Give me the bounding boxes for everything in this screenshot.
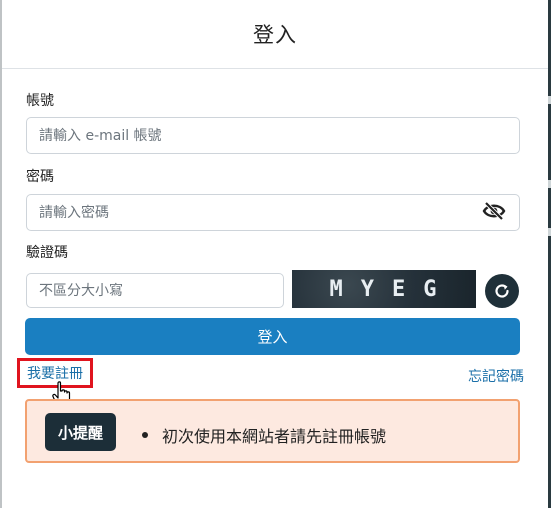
password-input[interactable] bbox=[26, 194, 520, 231]
password-label: 密碼 bbox=[26, 169, 54, 185]
account-input[interactable] bbox=[26, 117, 520, 154]
login-button[interactable]: 登入 bbox=[25, 318, 520, 355]
modal-title: 登入 bbox=[253, 23, 297, 47]
refresh-captcha-button[interactable] bbox=[485, 274, 519, 308]
modal-header: 登入 bbox=[2, 0, 548, 69]
captcha-label: 驗證碼 bbox=[26, 245, 68, 261]
tip-text: 初次使用本網站者請先註冊帳號 bbox=[162, 427, 387, 446]
captcha-image: MYEG bbox=[292, 270, 476, 308]
tip-box: 小提醒 初次使用本網站者請先註冊帳號 bbox=[25, 399, 520, 463]
forgot-password-link[interactable]: 忘記密碼 bbox=[468, 366, 524, 386]
captcha-input[interactable] bbox=[26, 273, 284, 308]
tip-list-item: 初次使用本網站者請先註冊帳號 bbox=[142, 423, 386, 447]
bullet-icon bbox=[142, 432, 148, 438]
tip-badge: 小提醒 bbox=[45, 413, 117, 451]
refresh-icon bbox=[495, 284, 509, 298]
account-label: 帳號 bbox=[26, 93, 54, 109]
eye-slash-icon[interactable] bbox=[482, 201, 506, 221]
